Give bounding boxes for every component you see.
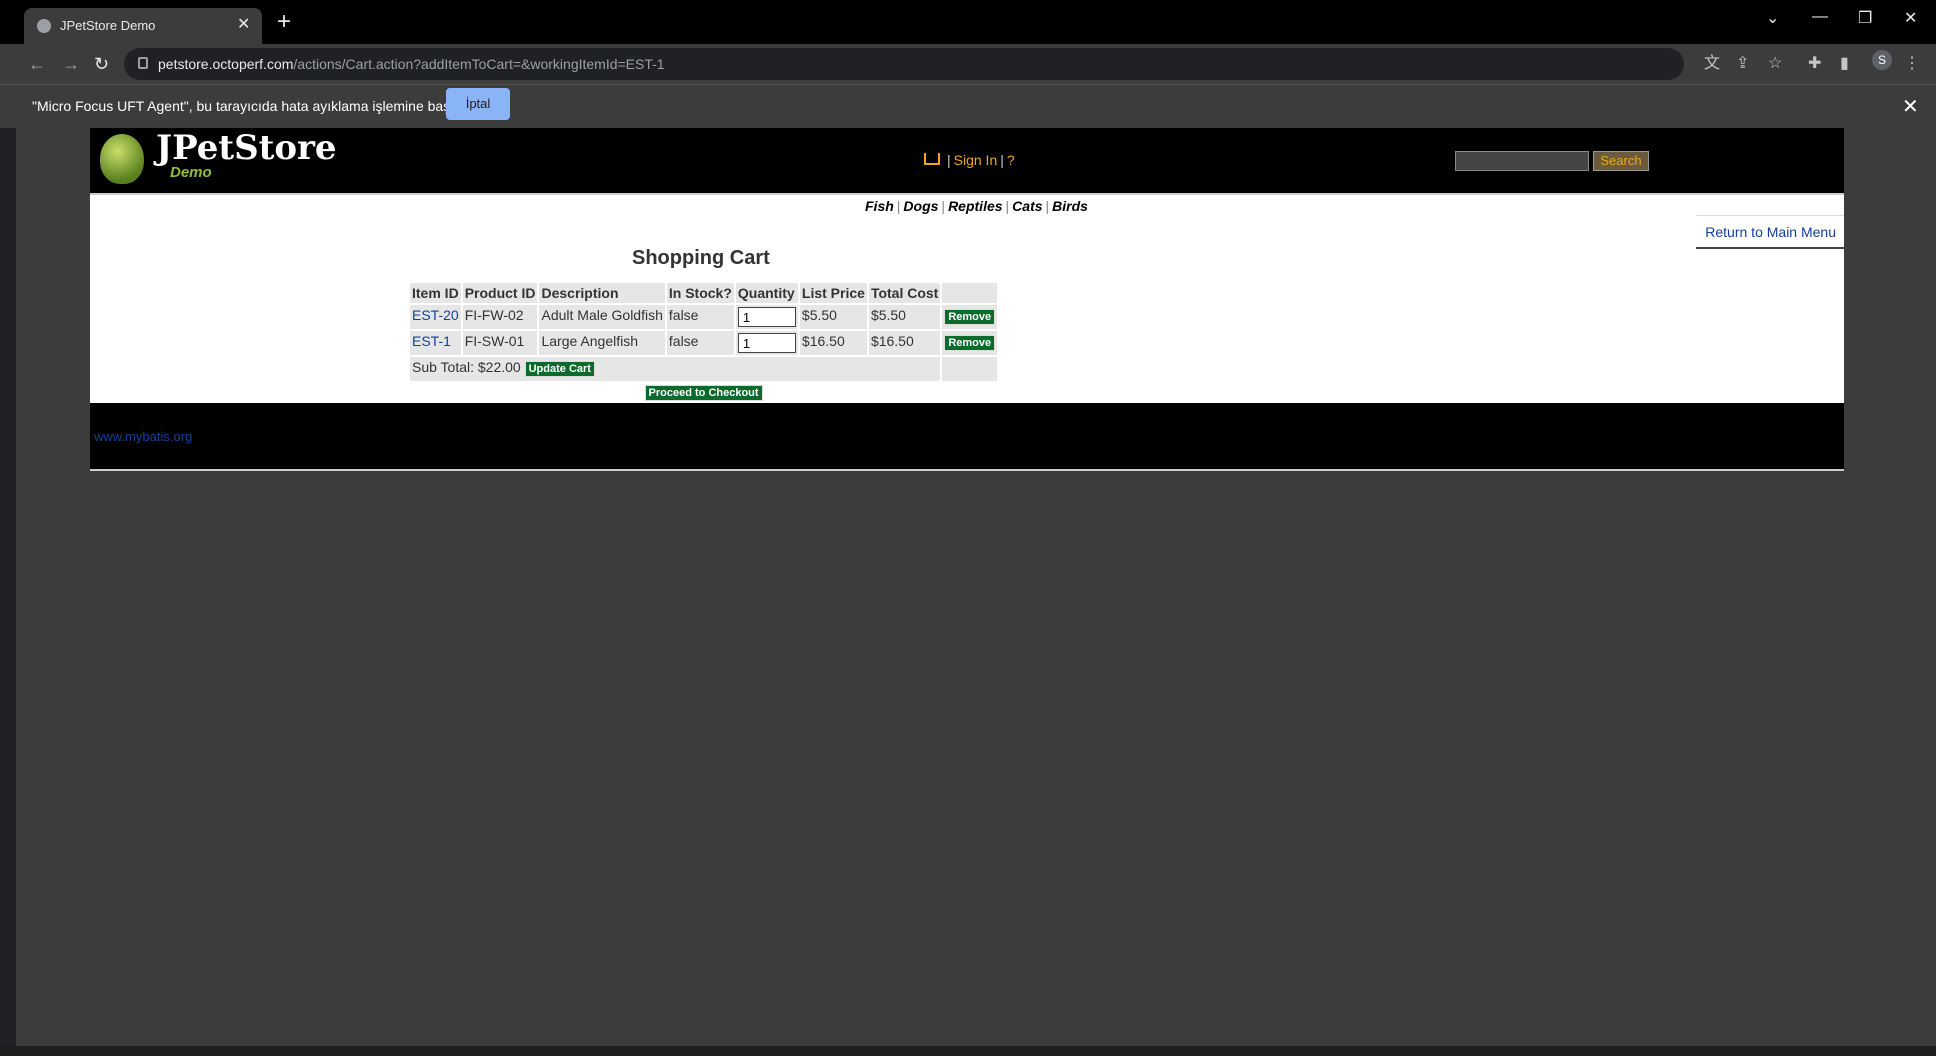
sign-in-link[interactable]: Sign In — [954, 152, 998, 168]
column-header: In Stock? — [666, 283, 734, 303]
return-to-main-menu-link[interactable]: Return to Main Menu — [1696, 215, 1844, 249]
logo-subtitle: Demo — [170, 164, 212, 181]
column-header: Item ID — [410, 283, 461, 303]
quicklink-reptiles[interactable]: Reptiles — [948, 198, 1002, 214]
product-id: FI-FW-02 — [462, 305, 538, 329]
list-price: $16.50 — [799, 331, 867, 355]
restore-icon[interactable]: ❐ — [1858, 8, 1872, 28]
total-cost: $16.50 — [868, 331, 941, 355]
table-header-row: Item ID Product ID Description In Stock?… — [410, 283, 998, 303]
site-footer: www.mybatis.org — [90, 403, 1844, 471]
help-link[interactable]: ? — [1007, 152, 1015, 168]
back-icon[interactable]: ← — [28, 52, 46, 76]
minimize-icon[interactable]: — — [1812, 8, 1828, 26]
description: Adult Male Goldfish — [539, 305, 665, 329]
quicklink-cats[interactable]: Cats — [1012, 198, 1042, 214]
close-window-icon[interactable]: ✕ — [1904, 8, 1917, 28]
quicklink-dogs[interactable]: Dogs — [903, 198, 938, 214]
column-header: Total Cost — [868, 283, 941, 303]
debug-infobar: "Micro Focus UFT Agent", bu tarayıcıda h… — [0, 84, 1936, 128]
translate-icon[interactable]: 文 — [1704, 54, 1720, 74]
column-header: Product ID — [462, 283, 538, 303]
quicklink-birds[interactable]: Birds — [1052, 198, 1088, 214]
infobar-close-icon[interactable]: ✕ — [1902, 94, 1919, 119]
page: JPetStore Demo | Sign In |? Search Fish | Do… — [90, 128, 1844, 471]
browser-tab[interactable]: JPetStore Demo ✕ — [24, 8, 262, 44]
total-cost: $5.50 — [868, 305, 941, 329]
mybatis-link[interactable]: www.mybatis.org — [94, 429, 192, 444]
cart-icon[interactable] — [924, 153, 940, 165]
parrot-logo-icon[interactable] — [100, 134, 144, 184]
site-header: JPetStore Demo | Sign In |? Search — [90, 128, 1844, 195]
cancel-button[interactable]: İptal — [446, 88, 510, 120]
cart-table: Item ID Product ID Description In Stock?… — [408, 281, 999, 403]
item-id-link[interactable]: EST-1 — [412, 333, 451, 349]
more-menu-icon[interactable]: ⋮ — [1904, 54, 1920, 74]
in-stock: false — [666, 331, 734, 355]
remove-button[interactable]: Remove — [944, 335, 996, 351]
logo-title[interactable]: JPetStore — [156, 128, 337, 168]
search-button[interactable]: Search — [1593, 151, 1649, 171]
quantity-input[interactable] — [737, 333, 796, 353]
url-text: petstore.octoperf.com/actions/Cart.actio… — [158, 56, 665, 72]
subtotal-row: Sub Total: $22.00 Update Cart — [410, 357, 998, 381]
page-title: Shopping Cart — [632, 247, 770, 269]
infobar-message: "Micro Focus UFT Agent", bu tarayıcıda h… — [32, 98, 473, 114]
new-tab-icon[interactable]: + — [277, 10, 291, 34]
checkout-row: Proceed to Checkout — [410, 383, 998, 401]
side-panel-icon[interactable]: ▮ — [1840, 54, 1849, 74]
browser-toolbar: ← → ↻ petstore.octoperf.com/actions/Cart… — [0, 44, 1936, 84]
forward-icon[interactable]: → — [62, 52, 80, 76]
table-row: EST-1 FI-SW-01 Large Angelfish false $16… — [410, 331, 998, 355]
main-content: Fish | Dogs | Reptiles | Cats | Birds Return to … — [90, 195, 1844, 403]
table-row: EST-20 FI-FW-02 Adult Male Goldfish fals… — [410, 305, 998, 329]
extensions-icon[interactable]: ✚ — [1808, 54, 1821, 74]
address-bar[interactable]: petstore.octoperf.com/actions/Cart.actio… — [124, 48, 1684, 80]
item-id-link[interactable]: EST-20 — [412, 307, 459, 323]
category-quicklinks: Fish | Dogs | Reptiles | Cats | Birds — [865, 198, 1088, 214]
in-stock: false — [666, 305, 734, 329]
remove-button[interactable]: Remove — [944, 309, 996, 325]
header-menu: | Sign In |? — [924, 152, 1015, 168]
column-header: Quantity — [735, 283, 798, 303]
update-cart-button[interactable]: Update Cart — [524, 361, 595, 377]
search-input[interactable] — [1455, 151, 1589, 171]
profile-avatar[interactable]: S — [1872, 50, 1892, 70]
globe-icon — [37, 19, 51, 33]
bookmark-star-icon[interactable]: ☆ — [1768, 54, 1782, 74]
product-id: FI-SW-01 — [462, 331, 538, 355]
column-header-empty — [942, 283, 998, 303]
proceed-to-checkout-button[interactable]: Proceed to Checkout — [644, 385, 763, 401]
reload-icon[interactable]: ↻ — [94, 52, 109, 76]
description: Large Angelfish — [539, 331, 665, 355]
tab-title: JPetStore Demo — [60, 18, 156, 33]
lock-icon — [138, 57, 148, 69]
subtotal-text: Sub Total: $22.00 — [412, 359, 521, 375]
taskbar — [0, 1046, 1936, 1056]
left-gutter — [0, 128, 16, 1056]
quicklink-fish[interactable]: Fish — [865, 198, 894, 214]
column-header: Description — [539, 283, 665, 303]
share-icon[interactable]: ⇪ — [1736, 54, 1749, 74]
tab-close-icon[interactable]: ✕ — [237, 15, 250, 35]
list-price: $5.50 — [799, 305, 867, 329]
tab-search-icon[interactable]: ⌄ — [1766, 8, 1779, 28]
tab-strip: JPetStore Demo ✕ + ⌄ — ❐ ✕ — [0, 0, 1936, 44]
quantity-input[interactable] — [737, 307, 796, 327]
column-header: List Price — [799, 283, 867, 303]
